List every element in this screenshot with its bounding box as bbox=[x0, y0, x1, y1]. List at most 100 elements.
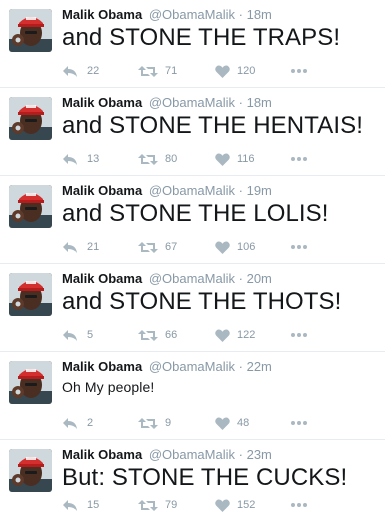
timestamp[interactable]: 20m bbox=[247, 271, 272, 286]
heart-icon bbox=[215, 65, 230, 78]
more-options-button[interactable] bbox=[291, 503, 307, 507]
tweet[interactable]: Malik Obama @ObamaMalik · 23m But: STONE… bbox=[0, 440, 385, 521]
separator-dot: · bbox=[238, 447, 243, 462]
like-count: 122 bbox=[237, 329, 256, 341]
like-button[interactable]: 152 bbox=[215, 499, 291, 512]
retweet-count: 71 bbox=[165, 65, 178, 77]
tweet-actions: 15 79 152 bbox=[62, 497, 307, 513]
separator-dot: · bbox=[238, 271, 243, 286]
heart-icon bbox=[215, 499, 230, 512]
username[interactable]: @ObamaMalik bbox=[149, 271, 235, 286]
display-name[interactable]: Malik Obama bbox=[62, 271, 142, 286]
timestamp[interactable]: 22m bbox=[247, 359, 272, 374]
avatar[interactable] bbox=[9, 449, 52, 492]
reply-icon bbox=[63, 65, 77, 77]
separator-dot: · bbox=[238, 7, 243, 22]
retweet-button[interactable]: 9 bbox=[138, 417, 215, 430]
more-options-button[interactable] bbox=[291, 421, 307, 425]
like-count: 48 bbox=[237, 417, 250, 429]
retweet-icon bbox=[138, 153, 158, 165]
more-options-button[interactable] bbox=[291, 157, 307, 161]
tweet[interactable]: Malik Obama @ObamaMalik · 18m and STONE … bbox=[0, 0, 385, 88]
reply-button[interactable]: 21 bbox=[62, 241, 138, 254]
like-button[interactable]: 116 bbox=[215, 153, 291, 166]
timestamp[interactable]: 18m bbox=[247, 95, 272, 110]
display-name[interactable]: Malik Obama bbox=[62, 447, 142, 462]
tweet-header: Malik Obama @ObamaMalik · 23m bbox=[62, 447, 272, 462]
username[interactable]: @ObamaMalik bbox=[149, 183, 235, 198]
avatar[interactable] bbox=[9, 9, 52, 52]
tweet-header: Malik Obama @ObamaMalik · 18m bbox=[62, 7, 272, 22]
retweet-button[interactable]: 67 bbox=[138, 241, 215, 254]
avatar[interactable] bbox=[9, 273, 52, 316]
retweet-button[interactable]: 66 bbox=[138, 329, 215, 342]
reply-count: 5 bbox=[87, 329, 94, 341]
tweet[interactable]: Malik Obama @ObamaMalik · 19m and STONE … bbox=[0, 176, 385, 264]
more-options-button[interactable] bbox=[291, 69, 307, 73]
tweet-timeline: Malik Obama @ObamaMalik · 18m and STONE … bbox=[0, 0, 385, 521]
reply-button[interactable]: 5 bbox=[62, 329, 138, 342]
retweet-icon bbox=[138, 241, 158, 253]
like-count: 152 bbox=[237, 499, 256, 511]
tweet-text: and STONE THE HENTAIS! bbox=[62, 112, 363, 139]
username[interactable]: @ObamaMalik bbox=[149, 7, 235, 22]
tweet-header: Malik Obama @ObamaMalik · 20m bbox=[62, 271, 272, 286]
reply-button[interactable]: 13 bbox=[62, 153, 138, 166]
display-name[interactable]: Malik Obama bbox=[62, 359, 142, 374]
tweet-header: Malik Obama @ObamaMalik · 22m bbox=[62, 359, 272, 374]
reply-icon bbox=[63, 329, 77, 341]
separator-dot: · bbox=[238, 95, 243, 110]
username[interactable]: @ObamaMalik bbox=[149, 95, 235, 110]
like-button[interactable]: 122 bbox=[215, 329, 291, 342]
retweet-count: 66 bbox=[165, 329, 178, 341]
username[interactable]: @ObamaMalik bbox=[149, 359, 235, 374]
retweet-button[interactable]: 79 bbox=[138, 499, 215, 512]
avatar[interactable] bbox=[9, 185, 52, 228]
retweet-icon bbox=[138, 65, 158, 77]
tweet-actions: 22 71 120 bbox=[62, 63, 307, 79]
tweet[interactable]: Malik Obama @ObamaMalik · 18m and STONE … bbox=[0, 88, 385, 176]
display-name[interactable]: Malik Obama bbox=[62, 7, 142, 22]
reply-icon bbox=[63, 153, 77, 165]
more-icon bbox=[291, 69, 307, 73]
retweet-button[interactable]: 71 bbox=[138, 65, 215, 78]
reply-button[interactable]: 22 bbox=[62, 65, 138, 78]
tweet-text: and STONE THE LOLIS! bbox=[62, 200, 329, 227]
tweet-header: Malik Obama @ObamaMalik · 19m bbox=[62, 183, 272, 198]
avatar-image bbox=[9, 9, 52, 52]
more-options-button[interactable] bbox=[291, 333, 307, 337]
retweet-button[interactable]: 80 bbox=[138, 153, 215, 166]
display-name[interactable]: Malik Obama bbox=[62, 95, 142, 110]
avatar-image bbox=[9, 185, 52, 228]
avatar[interactable] bbox=[9, 97, 52, 140]
avatar-image bbox=[9, 449, 52, 492]
heart-icon bbox=[215, 417, 230, 430]
reply-count: 2 bbox=[87, 417, 94, 429]
heart-icon bbox=[215, 241, 230, 254]
more-icon bbox=[291, 157, 307, 161]
display-name[interactable]: Malik Obama bbox=[62, 183, 142, 198]
username[interactable]: @ObamaMalik bbox=[149, 447, 235, 462]
timestamp[interactable]: 18m bbox=[247, 7, 272, 22]
retweet-icon bbox=[138, 499, 158, 511]
timestamp[interactable]: 23m bbox=[247, 447, 272, 462]
retweet-count: 9 bbox=[165, 417, 172, 429]
timestamp[interactable]: 19m bbox=[247, 183, 272, 198]
reply-button[interactable]: 15 bbox=[62, 499, 138, 512]
reply-count: 22 bbox=[87, 65, 100, 77]
avatar[interactable] bbox=[9, 361, 52, 404]
like-button[interactable]: 48 bbox=[215, 417, 291, 430]
more-icon bbox=[291, 503, 307, 507]
heart-icon bbox=[215, 329, 230, 342]
tweet-actions: 5 66 122 bbox=[62, 327, 307, 343]
tweet-actions: 13 80 116 bbox=[62, 151, 307, 167]
more-options-button[interactable] bbox=[291, 245, 307, 249]
reply-button[interactable]: 2 bbox=[62, 417, 138, 430]
tweet[interactable]: Malik Obama @ObamaMalik · 22m Oh My peop… bbox=[0, 352, 385, 440]
reply-icon bbox=[63, 499, 77, 511]
tweet[interactable]: Malik Obama @ObamaMalik · 20m and STONE … bbox=[0, 264, 385, 352]
retweet-count: 79 bbox=[165, 499, 178, 511]
like-button[interactable]: 106 bbox=[215, 241, 291, 254]
separator-dot: · bbox=[238, 359, 243, 374]
like-button[interactable]: 120 bbox=[215, 65, 291, 78]
